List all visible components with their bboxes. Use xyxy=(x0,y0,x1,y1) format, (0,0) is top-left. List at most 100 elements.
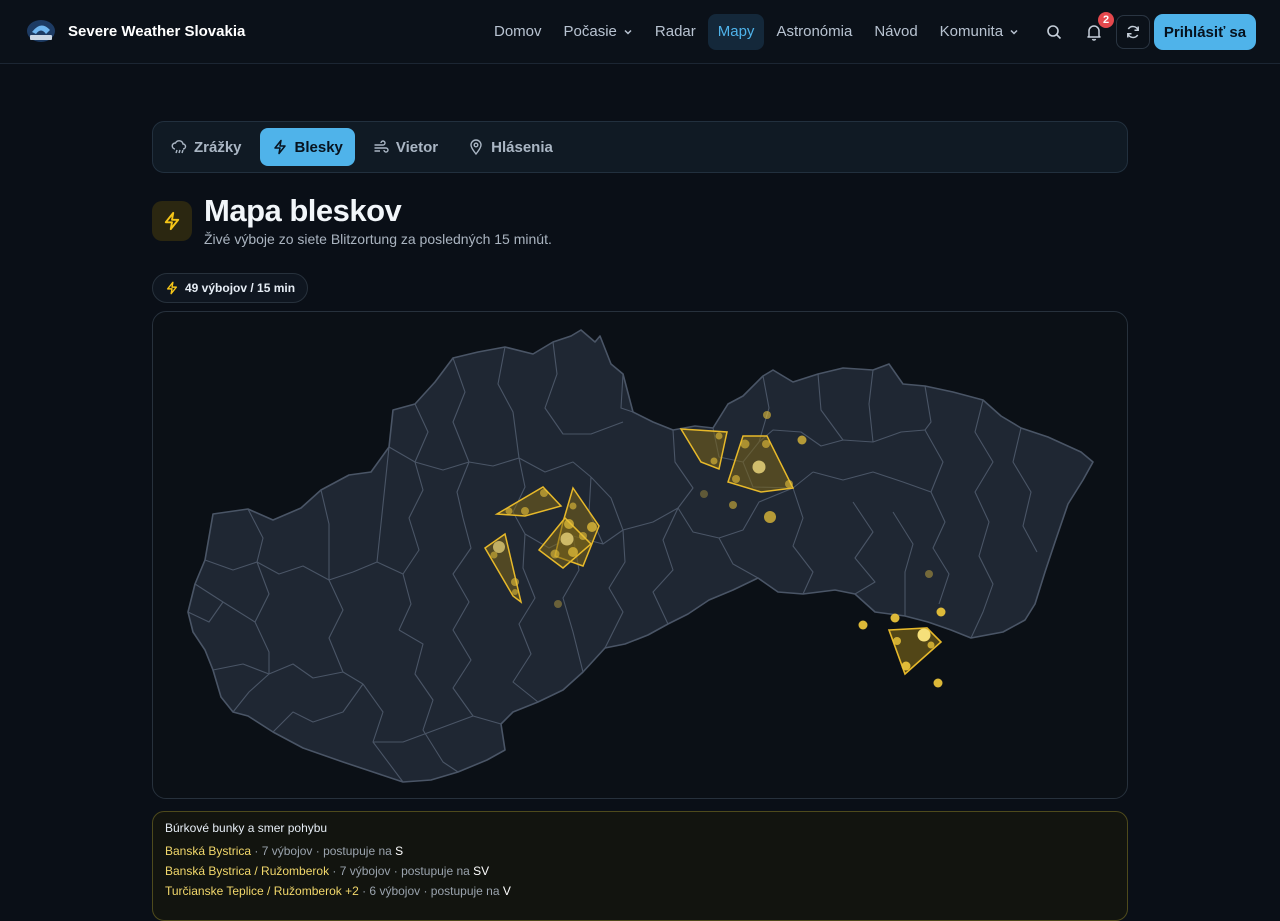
page-title: Mapa bleskov xyxy=(204,193,402,228)
storm-cell-direction: SV xyxy=(473,864,490,878)
top-navbar: Severe Weather Slovakia Domov Počasie Ra… xyxy=(0,0,1280,64)
strike-dot xyxy=(893,637,901,645)
slovakia-outline xyxy=(187,329,1094,783)
strike-dot xyxy=(540,489,548,497)
storm-cell-row[interactable]: Banská Bystrica / Ružomberok · 7 výbojov… xyxy=(165,861,1115,881)
strike-dot xyxy=(579,532,587,540)
nav-item-label: Radar xyxy=(654,23,696,40)
tab-label: Blesky xyxy=(294,138,343,156)
tab-hlasenia[interactable]: Hlásenia xyxy=(456,128,565,166)
lightning-icon xyxy=(164,211,180,231)
map-pin-icon xyxy=(470,139,482,155)
strike-dot xyxy=(729,501,737,509)
strike-dot xyxy=(560,532,574,546)
strike-dot xyxy=(752,460,766,474)
chevron-down-icon xyxy=(624,29,632,35)
rain-cloud-icon xyxy=(171,140,187,154)
header-lightning-badge xyxy=(152,201,192,241)
search-button[interactable] xyxy=(1037,15,1071,49)
strike-dot xyxy=(490,551,498,559)
strike-dot xyxy=(512,589,518,595)
strike-dot xyxy=(732,475,740,483)
storm-cell-detail: · 7 výbojov · postupuje na xyxy=(329,864,474,878)
lightning-icon xyxy=(166,281,178,295)
brand[interactable]: Severe Weather Slovakia xyxy=(26,18,245,44)
notification-badge: 2 xyxy=(1098,12,1114,28)
page-subtitle: Živé výboje zo siete Blitzortung za posl… xyxy=(204,231,552,247)
strike-dot xyxy=(858,620,868,630)
map-layer-tabs: Zrážky Blesky Vietor Hlásenia xyxy=(152,121,1128,173)
nav-item-label: Domov xyxy=(494,23,542,40)
storm-cell-name: Banská Bystrica / Ružomberok xyxy=(165,864,330,878)
strike-dot xyxy=(564,519,574,529)
strike-dot xyxy=(890,613,900,623)
nav-item-pocasie[interactable]: Počasie xyxy=(554,14,643,50)
strike-dot xyxy=(550,549,560,559)
strike-dot xyxy=(715,432,723,440)
login-button[interactable]: Prihlásiť sa xyxy=(1154,14,1256,50)
tab-label: Vietor xyxy=(395,138,439,156)
brand-logo-icon xyxy=(27,20,55,42)
tab-blesky[interactable]: Blesky xyxy=(259,128,355,166)
strike-dot xyxy=(493,541,505,553)
search-icon xyxy=(1047,25,1062,40)
strike-dot xyxy=(511,578,519,586)
storm-cell-direction: V xyxy=(502,884,511,898)
storm-cells-title: Búrkové bunky a smer pohybu xyxy=(165,821,328,835)
strike-dot xyxy=(917,628,931,642)
strike-dot xyxy=(797,435,807,445)
nav-item-navod[interactable]: Návod xyxy=(864,14,927,50)
storm-cells-panel: Búrkové bunky a smer pohybu Banská Bystr… xyxy=(152,811,1128,921)
strike-dot xyxy=(568,547,578,557)
strike-dot xyxy=(785,480,793,488)
storm-cell-direction: S xyxy=(395,844,404,858)
nav-item-label: Astronómia xyxy=(776,23,853,40)
wind-icon xyxy=(374,140,389,153)
strike-dot xyxy=(710,457,718,465)
storm-cell-detail: · 7 výbojov · postupuje na xyxy=(251,844,396,858)
strike-dot xyxy=(763,411,771,419)
storm-cell-name: Banská Bystrica xyxy=(165,844,252,858)
strike-dot xyxy=(927,641,935,649)
nav-item-radar[interactable]: Radar xyxy=(645,14,706,50)
lightning-icon xyxy=(273,139,286,155)
tab-zrazky[interactable]: Zrážky xyxy=(159,128,254,166)
strike-dot xyxy=(762,440,770,448)
strike-dot xyxy=(569,502,577,510)
tab-vietor[interactable]: Vietor xyxy=(361,128,450,166)
strike-dot xyxy=(925,570,933,578)
strike-dot xyxy=(936,607,946,617)
nav-item-astronomia[interactable]: Astronómia xyxy=(766,14,862,50)
strike-dot xyxy=(764,511,776,523)
strike-dot xyxy=(505,507,513,515)
lightning-map[interactable] xyxy=(152,311,1128,799)
strike-dot xyxy=(700,490,708,498)
refresh-icon xyxy=(1127,25,1139,39)
strike-dot xyxy=(587,522,597,532)
nav-item-label: Návod xyxy=(874,23,918,40)
strike-dot xyxy=(521,507,529,515)
tab-label: Hlásenia xyxy=(491,138,553,156)
refresh-button[interactable] xyxy=(1116,15,1150,49)
nav-item-komunita[interactable]: Komunita xyxy=(930,14,1029,50)
storm-cell-row[interactable]: Banská Bystrica · 7 výbojov · postupuje … xyxy=(165,841,1115,861)
tab-label: Zrážky xyxy=(194,138,242,156)
strike-count-badge: 49 výbojov / 15 min xyxy=(152,273,309,303)
slovakia-map xyxy=(187,329,1094,783)
nav-item-mapy[interactable]: Mapy xyxy=(707,14,765,50)
main-nav: Domov Počasie Radar Mapy Astronómia Návo… xyxy=(484,14,1031,50)
storm-cell-name: Turčianske Teplice / Ružomberok +2 xyxy=(165,884,359,898)
storm-cell-polygon xyxy=(887,627,943,676)
strike-dot xyxy=(740,439,750,449)
strike-dot xyxy=(554,600,562,608)
strike-dot xyxy=(901,661,911,671)
brand-name: Severe Weather Slovakia xyxy=(68,22,246,40)
strike-count-label: 49 výbojov / 15 min xyxy=(185,281,296,295)
nav-item-label: Komunita xyxy=(939,23,1004,40)
storm-cell-row[interactable]: Turčianske Teplice / Ružomberok +2 · 6 v… xyxy=(165,881,1115,901)
nav-item-label: Počasie xyxy=(563,23,617,40)
chevron-down-icon xyxy=(1010,29,1018,35)
nav-item-label: Mapy xyxy=(717,23,755,40)
nav-item-domov[interactable]: Domov xyxy=(484,14,552,50)
strike-dot xyxy=(933,678,943,688)
